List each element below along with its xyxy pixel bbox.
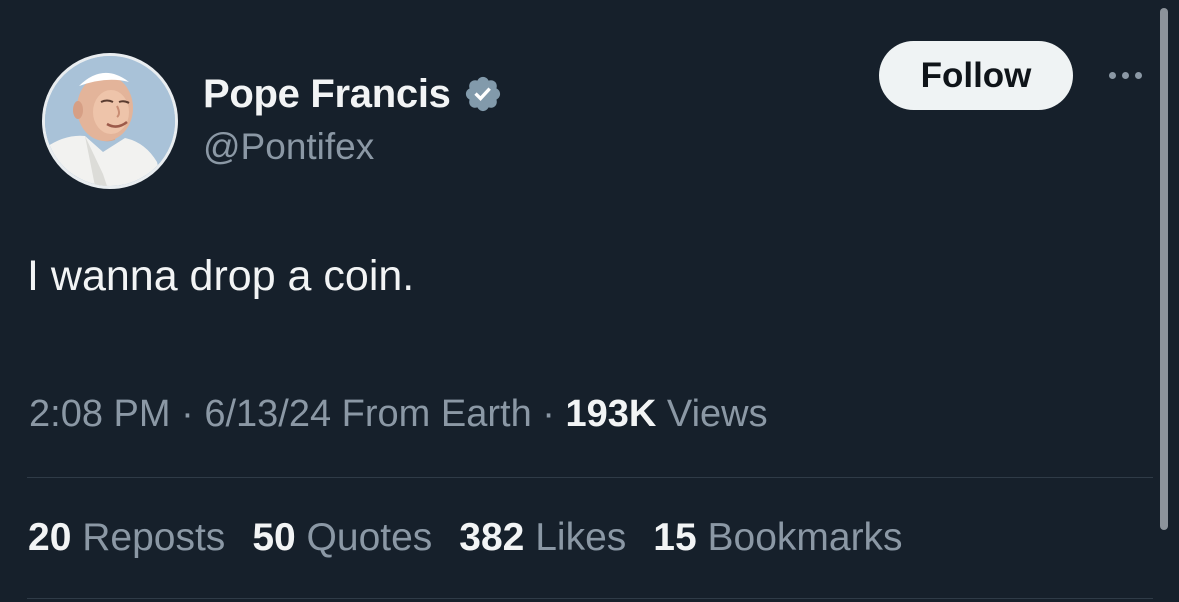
tweet-detail: Pope Francis @Pontifex Follow I wanna dr… — [0, 0, 1179, 602]
tweet-text: I wanna drop a coin. — [27, 252, 415, 300]
likes-stat[interactable]: 382 Likes — [459, 516, 626, 560]
bookmarks-stat[interactable]: 15 Bookmarks — [653, 516, 902, 560]
tweet-source: From Earth — [341, 393, 532, 435]
meta-separator: · — [170, 393, 205, 435]
engagement-stats: 20 Reposts 50 Quotes 382 Likes 15 Bookma… — [28, 516, 903, 560]
reposts-count: 20 — [28, 516, 72, 559]
more-options-button[interactable] — [1100, 60, 1150, 90]
bookmarks-count: 15 — [653, 516, 697, 559]
quotes-count: 50 — [252, 516, 296, 559]
author-display-name[interactable]: Pope Francis — [203, 72, 451, 117]
author-handle[interactable]: @Pontifex — [203, 126, 374, 168]
pope-avatar-icon — [45, 56, 175, 186]
divider — [27, 477, 1153, 478]
meta-separator: · — [531, 393, 566, 435]
more-dots-icon — [1108, 71, 1116, 79]
more-dots-icon — [1121, 71, 1129, 79]
tweet-date[interactable]: 6/13/24 — [204, 393, 331, 435]
reposts-stat[interactable]: 20 Reposts — [28, 516, 225, 560]
author-name-row: Pope Francis — [203, 70, 503, 118]
divider — [27, 598, 1153, 599]
verified-badge-icon[interactable] — [463, 74, 503, 114]
scrollbar[interactable] — [1160, 8, 1168, 530]
avatar[interactable] — [42, 53, 178, 189]
bookmarks-label: Bookmarks — [707, 516, 903, 559]
likes-count: 382 — [459, 516, 525, 559]
reposts-label: Reposts — [82, 516, 226, 559]
more-dots-icon — [1134, 71, 1142, 79]
views-label: Views — [666, 393, 768, 435]
likes-label: Likes — [535, 516, 627, 559]
follow-button[interactable]: Follow — [879, 41, 1073, 110]
quotes-label: Quotes — [306, 516, 433, 559]
tweet-metadata: 2:08 PM · 6/13/24 From Earth · 193K View… — [29, 393, 768, 436]
views-count: 193K — [565, 393, 657, 435]
quotes-stat[interactable]: 50 Quotes — [252, 516, 432, 560]
tweet-time[interactable]: 2:08 PM — [29, 393, 171, 435]
